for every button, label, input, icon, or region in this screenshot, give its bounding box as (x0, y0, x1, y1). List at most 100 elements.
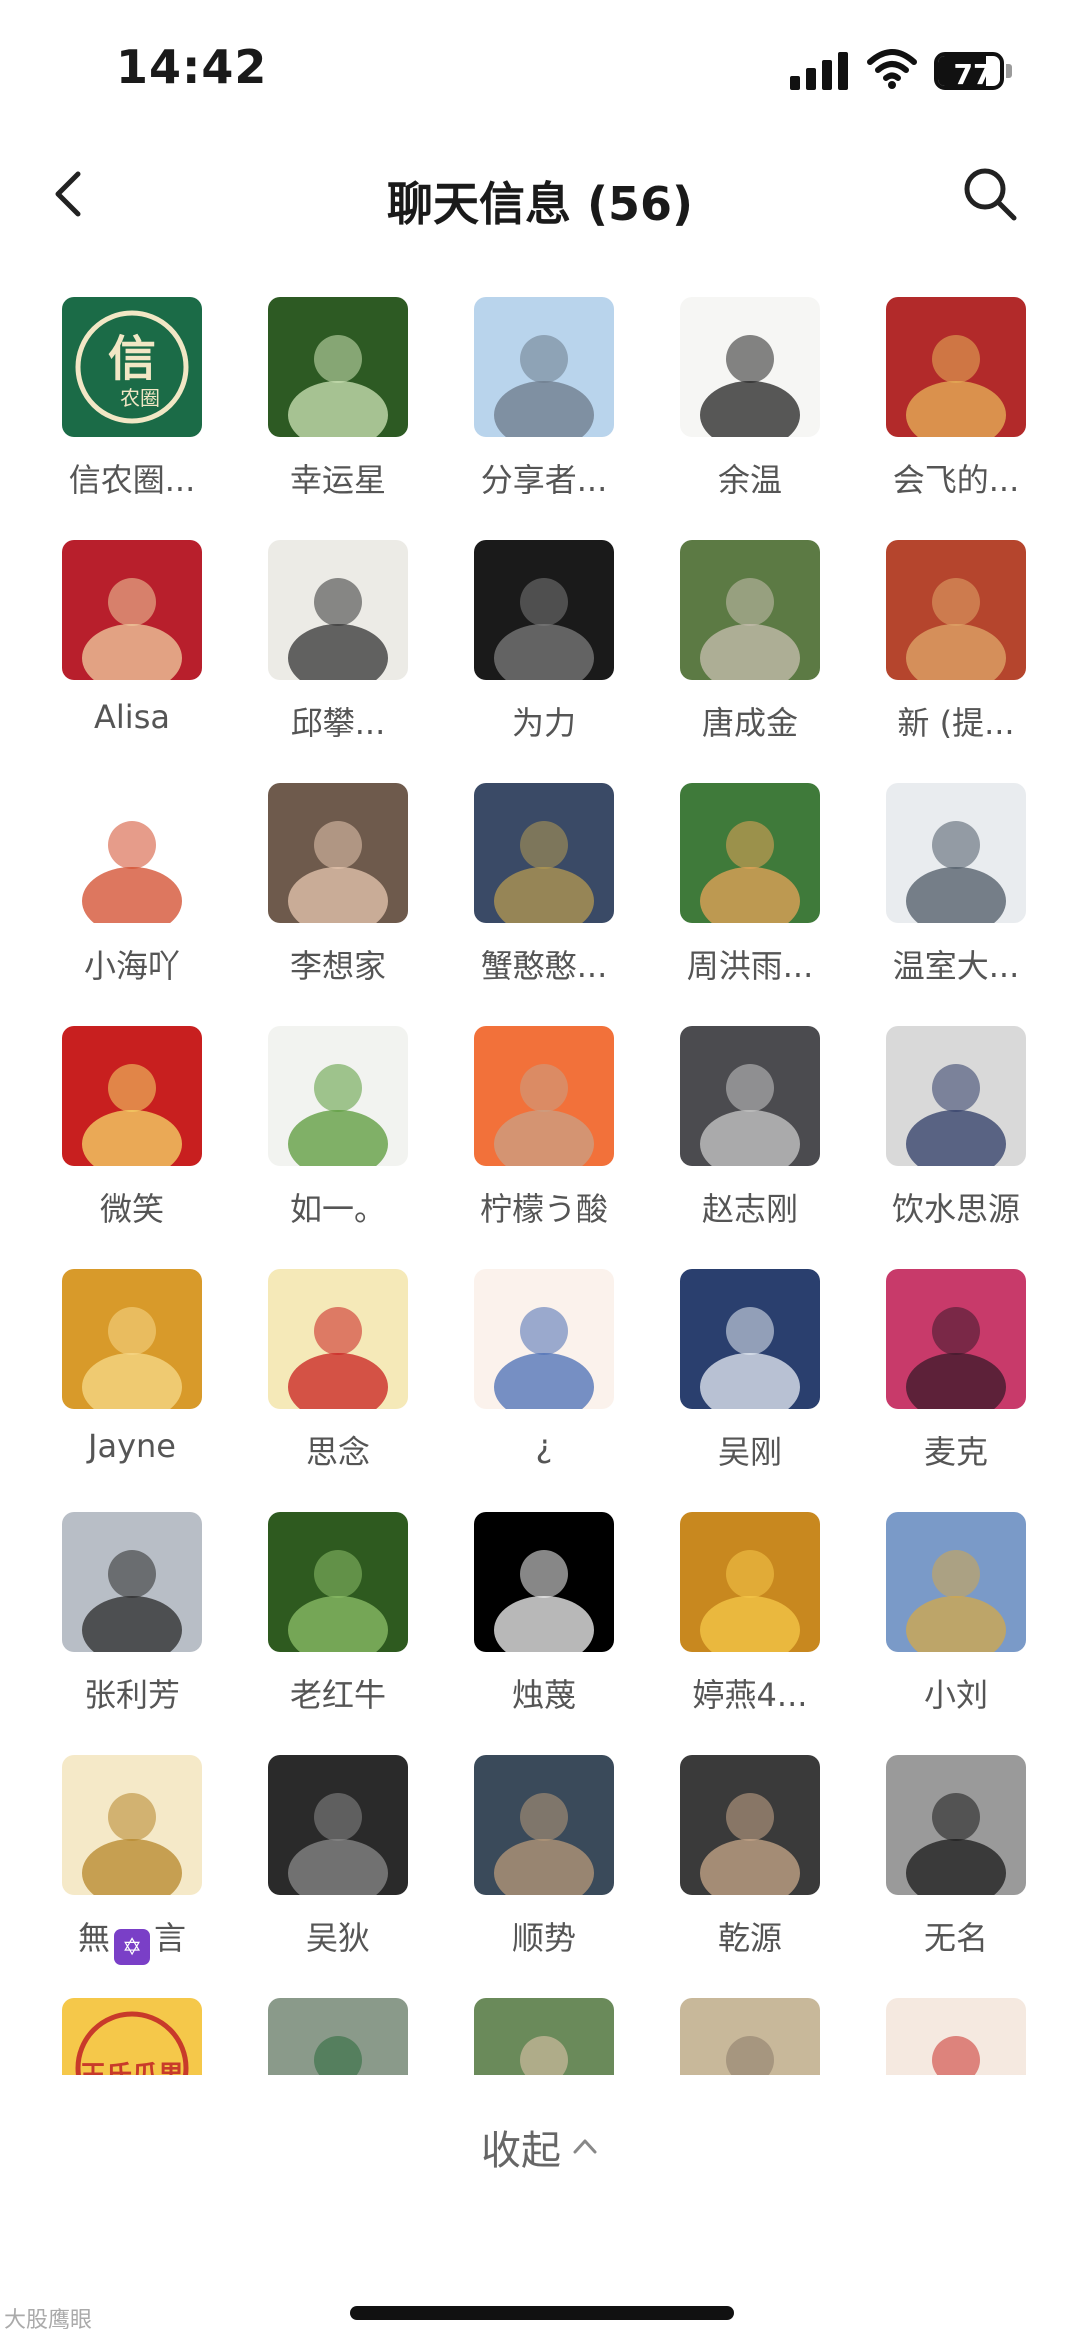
chevron-up-icon (573, 2139, 597, 2154)
member-item[interactable]: 烛蔑 (434, 1510, 634, 1740)
member-item[interactable]: 小刘 (846, 1510, 1046, 1740)
avatar[interactable] (268, 783, 408, 923)
avatar[interactable] (268, 1026, 408, 1166)
member-item[interactable]: 赵志刚 (640, 1024, 840, 1254)
avatar[interactable]: 王氏瓜果 (62, 1998, 202, 2075)
avatar[interactable] (474, 783, 614, 923)
member-name: 小海吖 (83, 947, 180, 985)
avatar[interactable] (474, 1269, 614, 1409)
member-item[interactable]: 邱攀... (228, 538, 428, 768)
member-item[interactable]: 为力 (434, 538, 634, 768)
avatar[interactable] (268, 540, 408, 680)
avatar[interactable] (268, 1269, 408, 1409)
member-item[interactable]: 如一。 (228, 1024, 428, 1254)
member-name: 余温 (717, 461, 782, 499)
svg-text:王氏瓜果: 王氏瓜果 (80, 2061, 184, 2075)
member-name: 如一。 (289, 1190, 386, 1228)
member-name: 老红牛 (289, 1676, 386, 1714)
member-item[interactable]: 吴刚 (640, 1267, 840, 1497)
member-item[interactable] (640, 1996, 840, 2075)
member-item[interactable] (434, 1996, 634, 2075)
avatar[interactable]: 信农圈 (62, 297, 202, 437)
avatar[interactable] (886, 783, 1026, 923)
member-item[interactable]: 乾源 (640, 1753, 840, 1983)
chat-info-screen: 14:42 77 聊天信息 (56) 信 农圈 信农圈... 幸运星 分享者..… (0, 0, 1080, 2337)
member-name: 顺势 (511, 1919, 576, 1957)
avatar[interactable] (886, 1512, 1026, 1652)
member-item[interactable]: 无名 (846, 1753, 1046, 1983)
member-item[interactable]: 小海吖 (22, 781, 222, 1011)
member-item[interactable]: 唐成金 (640, 538, 840, 768)
member-item[interactable]: 老红牛 (228, 1510, 428, 1740)
avatar[interactable] (474, 1512, 614, 1652)
avatar[interactable] (268, 1512, 408, 1652)
avatar[interactable] (886, 1026, 1026, 1166)
avatar[interactable] (474, 540, 614, 680)
member-name: 周洪雨... (686, 947, 814, 985)
member-item[interactable] (846, 1996, 1046, 2075)
member-item[interactable]: 张利芳 (22, 1510, 222, 1740)
avatar[interactable] (62, 1026, 202, 1166)
avatar[interactable] (62, 540, 202, 680)
member-item[interactable]: 饮水思源 (846, 1024, 1046, 1254)
avatar[interactable] (680, 1755, 820, 1895)
member-name: 思念 (305, 1433, 370, 1471)
avatar[interactable] (474, 297, 614, 437)
avatar[interactable] (680, 1998, 820, 2075)
member-item[interactable]: 微笑 (22, 1024, 222, 1254)
member-name: 麦克 (923, 1433, 988, 1471)
member-item[interactable]: 周洪雨... (640, 781, 840, 1011)
member-item[interactable]: Alisa (22, 538, 222, 768)
member-item[interactable]: 麦克 (846, 1267, 1046, 1497)
member-item[interactable]: Jayne (22, 1267, 222, 1497)
member-item[interactable]: 信农圈 信农圈... (22, 295, 222, 525)
avatar[interactable] (680, 1026, 820, 1166)
member-item[interactable]: 柠檬う酸 (434, 1024, 634, 1254)
member-name: 婷燕4... (692, 1676, 808, 1714)
avatar[interactable] (680, 783, 820, 923)
member-item[interactable]: 幸运星 (228, 295, 428, 525)
member-item[interactable] (228, 1996, 428, 2075)
avatar[interactable] (680, 1269, 820, 1409)
member-item[interactable]: 蟹憨憨... (434, 781, 634, 1011)
avatar[interactable] (680, 540, 820, 680)
search-icon[interactable] (958, 162, 1022, 226)
member-item[interactable]: 新 (提... (846, 538, 1046, 768)
avatar[interactable] (886, 1998, 1026, 2075)
avatar[interactable] (62, 783, 202, 923)
member-item[interactable]: 分享者... (434, 295, 634, 525)
avatar[interactable] (474, 1026, 614, 1166)
avatar[interactable] (680, 1512, 820, 1652)
avatar[interactable] (268, 1998, 408, 2075)
member-item[interactable]: 婷燕4... (640, 1510, 840, 1740)
member-name: 幸运星 (289, 461, 386, 499)
avatar[interactable] (474, 1755, 614, 1895)
member-item[interactable]: 余温 (640, 295, 840, 525)
avatar[interactable] (886, 1269, 1026, 1409)
member-item[interactable]: 李想家 (228, 781, 428, 1011)
avatar[interactable] (474, 1998, 614, 2075)
collapse-button[interactable]: 收起 (0, 2118, 1080, 2176)
member-item[interactable]: 顺势 (434, 1753, 634, 1983)
svg-text:信: 信 (108, 331, 156, 387)
member-item[interactable]: 王氏瓜果 (22, 1996, 222, 2075)
member-item[interactable]: ¿ (434, 1267, 634, 1497)
avatar[interactable] (268, 1755, 408, 1895)
member-name: 为力 (511, 704, 576, 742)
avatar[interactable] (886, 297, 1026, 437)
avatar[interactable] (62, 1512, 202, 1652)
avatar[interactable] (268, 297, 408, 437)
member-item[interactable]: 無 ✡ 言 (22, 1753, 222, 1983)
avatar[interactable] (886, 1755, 1026, 1895)
member-name: 無 ✡ 言 (22, 1913, 242, 1965)
signal-icon (790, 52, 848, 90)
member-item[interactable]: 吴狄 (228, 1753, 428, 1983)
member-item[interactable]: 温室大... (846, 781, 1046, 1011)
avatar[interactable] (886, 540, 1026, 680)
member-item[interactable]: 思念 (228, 1267, 428, 1497)
avatar[interactable] (62, 1755, 202, 1895)
member-item[interactable]: 会飞的... (846, 295, 1046, 525)
avatar[interactable] (680, 297, 820, 437)
collapse-label: 收起 (481, 2128, 561, 2174)
avatar[interactable] (62, 1269, 202, 1409)
